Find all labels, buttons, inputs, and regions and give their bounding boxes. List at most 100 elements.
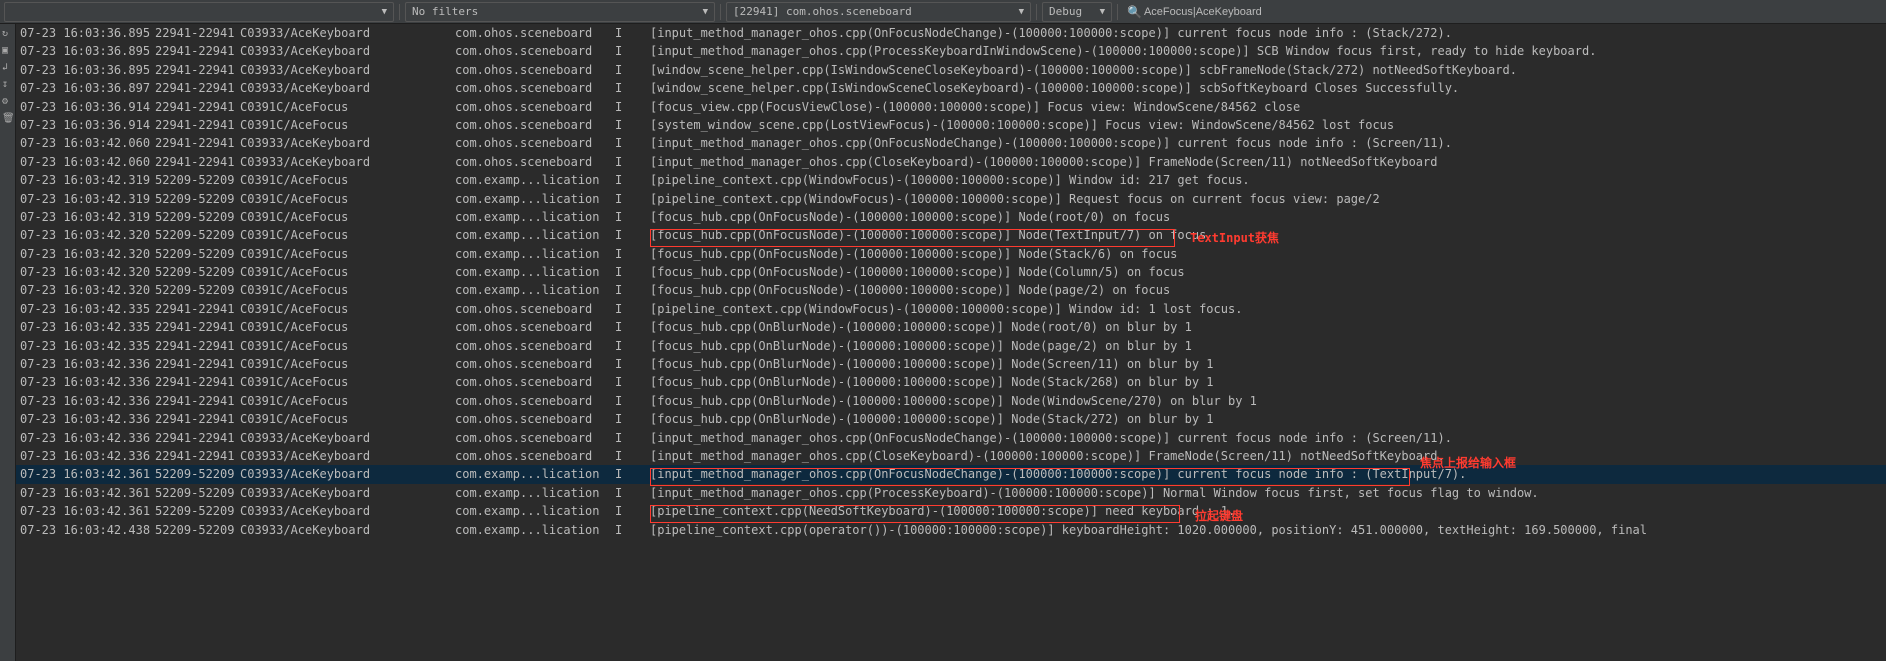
log-tag: C03933/AceKeyboard <box>240 134 455 152</box>
log-time: 07-23 16:03:36.914 <box>20 98 155 116</box>
log-pid: 52209-52209 <box>155 245 240 263</box>
log-row[interactable]: 07-23 16:03:42.33622941-22941C0391C/AceF… <box>16 355 1886 373</box>
log-message: [input_method_manager_ohos.cpp(ProcessKe… <box>650 42 1886 60</box>
log-message: [window_scene_helper.cpp(IsWindowSceneCl… <box>650 61 1886 79</box>
log-level: I <box>615 226 650 244</box>
log-tag: C03933/AceKeyboard <box>240 484 455 502</box>
log-row[interactable]: 07-23 16:03:42.31952209-52209C0391C/AceF… <box>16 171 1886 189</box>
restart-icon[interactable]: ↻ <box>2 28 13 39</box>
wrap-icon[interactable]: ↲ <box>2 62 13 73</box>
log-time: 07-23 16:03:42.438 <box>20 521 155 539</box>
log-time: 07-23 16:03:42.361 <box>20 484 155 502</box>
log-package: com.ohos.sceneboard <box>455 447 615 465</box>
log-pid: 22941-22941 <box>155 447 240 465</box>
stop-icon[interactable]: ▣ <box>2 45 13 56</box>
log-package: com.examp...lication <box>455 226 615 244</box>
clear-icon[interactable]: 🗑 <box>2 113 13 124</box>
log-level: I <box>615 245 650 263</box>
log-package: com.ohos.sceneboard <box>455 373 615 391</box>
log-row[interactable]: 07-23 16:03:42.36152209-52209C03933/AceK… <box>16 465 1886 483</box>
log-row[interactable]: 07-23 16:03:36.89522941-22941C03933/AceK… <box>16 24 1886 42</box>
log-time: 07-23 16:03:42.336 <box>20 429 155 447</box>
log-search[interactable]: 🔍 <box>1123 5 1444 19</box>
log-level: I <box>615 318 650 336</box>
log-message: [pipeline_context.cpp(WindowFocus)-(1000… <box>650 171 1886 189</box>
log-row[interactable]: 07-23 16:03:42.32052209-52209C0391C/AceF… <box>16 226 1886 244</box>
log-message: [pipeline_context.cpp(WindowFocus)-(1000… <box>650 300 1886 318</box>
scroll-end-icon[interactable]: ↧ <box>2 79 13 90</box>
log-tag: C0391C/AceFocus <box>240 226 455 244</box>
log-row[interactable]: 07-23 16:03:42.33622941-22941C0391C/AceF… <box>16 392 1886 410</box>
log-level: I <box>615 465 650 483</box>
log-pid: 52209-52209 <box>155 171 240 189</box>
log-pid: 52209-52209 <box>155 484 240 502</box>
level-dropdown[interactable]: Debug ▼ <box>1042 2 1112 22</box>
log-viewport[interactable]: 07-23 16:03:36.89522941-22941C03933/AceK… <box>16 24 1886 661</box>
log-pid: 22941-22941 <box>155 355 240 373</box>
log-message: [focus_hub.cpp(OnBlurNode)-(100000:10000… <box>650 355 1886 373</box>
log-package: com.examp...lication <box>455 465 615 483</box>
log-pid: 52209-52209 <box>155 465 240 483</box>
log-message: [focus_hub.cpp(OnBlurNode)-(100000:10000… <box>650 392 1886 410</box>
log-package: com.examp...lication <box>455 521 615 539</box>
log-row[interactable]: 07-23 16:03:42.33522941-22941C0391C/AceF… <box>16 337 1886 355</box>
log-row[interactable]: 07-23 16:03:36.91422941-22941C0391C/AceF… <box>16 98 1886 116</box>
log-row[interactable]: 07-23 16:03:42.33522941-22941C0391C/AceF… <box>16 300 1886 318</box>
log-row[interactable]: 07-23 16:03:42.36152209-52209C03933/AceK… <box>16 484 1886 502</box>
log-time: 07-23 16:03:42.320 <box>20 263 155 281</box>
log-row[interactable]: 07-23 16:03:36.91422941-22941C0391C/AceF… <box>16 116 1886 134</box>
log-level: I <box>615 447 650 465</box>
log-time: 07-23 16:03:42.336 <box>20 355 155 373</box>
log-package: com.ohos.sceneboard <box>455 134 615 152</box>
log-level: I <box>615 502 650 520</box>
device-dropdown[interactable]: ▼ <box>4 2 394 22</box>
log-time: 07-23 16:03:36.895 <box>20 42 155 60</box>
log-pid: 22941-22941 <box>155 134 240 152</box>
log-row[interactable]: 07-23 16:03:42.33622941-22941C0391C/AceF… <box>16 373 1886 391</box>
settings-icon[interactable]: ⚙ <box>2 96 13 107</box>
log-pid: 52209-52209 <box>155 281 240 299</box>
log-message: [focus_hub.cpp(OnFocusNode)-(100000:1000… <box>650 226 1886 244</box>
log-message: [input_method_manager_ohos.cpp(ProcessKe… <box>650 484 1886 502</box>
log-package: com.ohos.sceneboard <box>455 392 615 410</box>
log-message: [input_method_manager_ohos.cpp(CloseKeyb… <box>650 153 1886 171</box>
search-input[interactable] <box>1144 6 1444 18</box>
log-time: 07-23 16:03:42.319 <box>20 208 155 226</box>
log-row[interactable]: 07-23 16:03:36.89522941-22941C03933/AceK… <box>16 61 1886 79</box>
log-row[interactable]: 07-23 16:03:42.33622941-22941C0391C/AceF… <box>16 410 1886 428</box>
log-time: 07-23 16:03:42.336 <box>20 447 155 465</box>
log-level: I <box>615 61 650 79</box>
chevron-down-icon: ▼ <box>1019 7 1024 17</box>
log-package: com.ohos.sceneboard <box>455 300 615 318</box>
log-package: com.ohos.sceneboard <box>455 98 615 116</box>
log-package: com.ohos.sceneboard <box>455 429 615 447</box>
log-package: com.examp...lication <box>455 245 615 263</box>
log-row[interactable]: 07-23 16:03:42.06022941-22941C03933/AceK… <box>16 153 1886 171</box>
log-level: I <box>615 116 650 134</box>
log-tag: C03933/AceKeyboard <box>240 502 455 520</box>
log-row[interactable]: 07-23 16:03:42.36152209-52209C03933/AceK… <box>16 502 1886 520</box>
log-row[interactable]: 07-23 16:03:42.32052209-52209C0391C/AceF… <box>16 263 1886 281</box>
log-tag: C03933/AceKeyboard <box>240 42 455 60</box>
log-row[interactable]: 07-23 16:03:36.89722941-22941C03933/AceK… <box>16 79 1886 97</box>
log-row[interactable]: 07-23 16:03:42.06022941-22941C03933/AceK… <box>16 134 1886 152</box>
log-row[interactable]: 07-23 16:03:42.33622941-22941C03933/AceK… <box>16 447 1886 465</box>
log-pid: 22941-22941 <box>155 42 240 60</box>
log-row[interactable]: 07-23 16:03:42.33622941-22941C03933/AceK… <box>16 429 1886 447</box>
log-tag: C0391C/AceFocus <box>240 171 455 189</box>
log-row[interactable]: 07-23 16:03:42.43852209-52209C03933/AceK… <box>16 521 1886 539</box>
log-message: [pipeline_context.cpp(WindowFocus)-(1000… <box>650 190 1886 208</box>
log-tag: C03933/AceKeyboard <box>240 447 455 465</box>
log-row[interactable]: 07-23 16:03:42.32052209-52209C0391C/AceF… <box>16 281 1886 299</box>
log-row[interactable]: 07-23 16:03:42.33522941-22941C0391C/AceF… <box>16 318 1886 336</box>
log-level: I <box>615 281 650 299</box>
log-pid: 22941-22941 <box>155 153 240 171</box>
log-row[interactable]: 07-23 16:03:42.31952209-52209C0391C/AceF… <box>16 190 1886 208</box>
log-message: [focus_hub.cpp(OnBlurNode)-(100000:10000… <box>650 337 1886 355</box>
log-tag: C03933/AceKeyboard <box>240 79 455 97</box>
filters-dropdown[interactable]: No filters ▼ <box>405 2 715 22</box>
log-row[interactable]: 07-23 16:03:42.31952209-52209C0391C/AceF… <box>16 208 1886 226</box>
log-row[interactable]: 07-23 16:03:36.89522941-22941C03933/AceK… <box>16 42 1886 60</box>
log-row[interactable]: 07-23 16:03:42.32052209-52209C0391C/AceF… <box>16 245 1886 263</box>
package-dropdown[interactable]: [22941] com.ohos.sceneboard ▼ <box>726 2 1031 22</box>
